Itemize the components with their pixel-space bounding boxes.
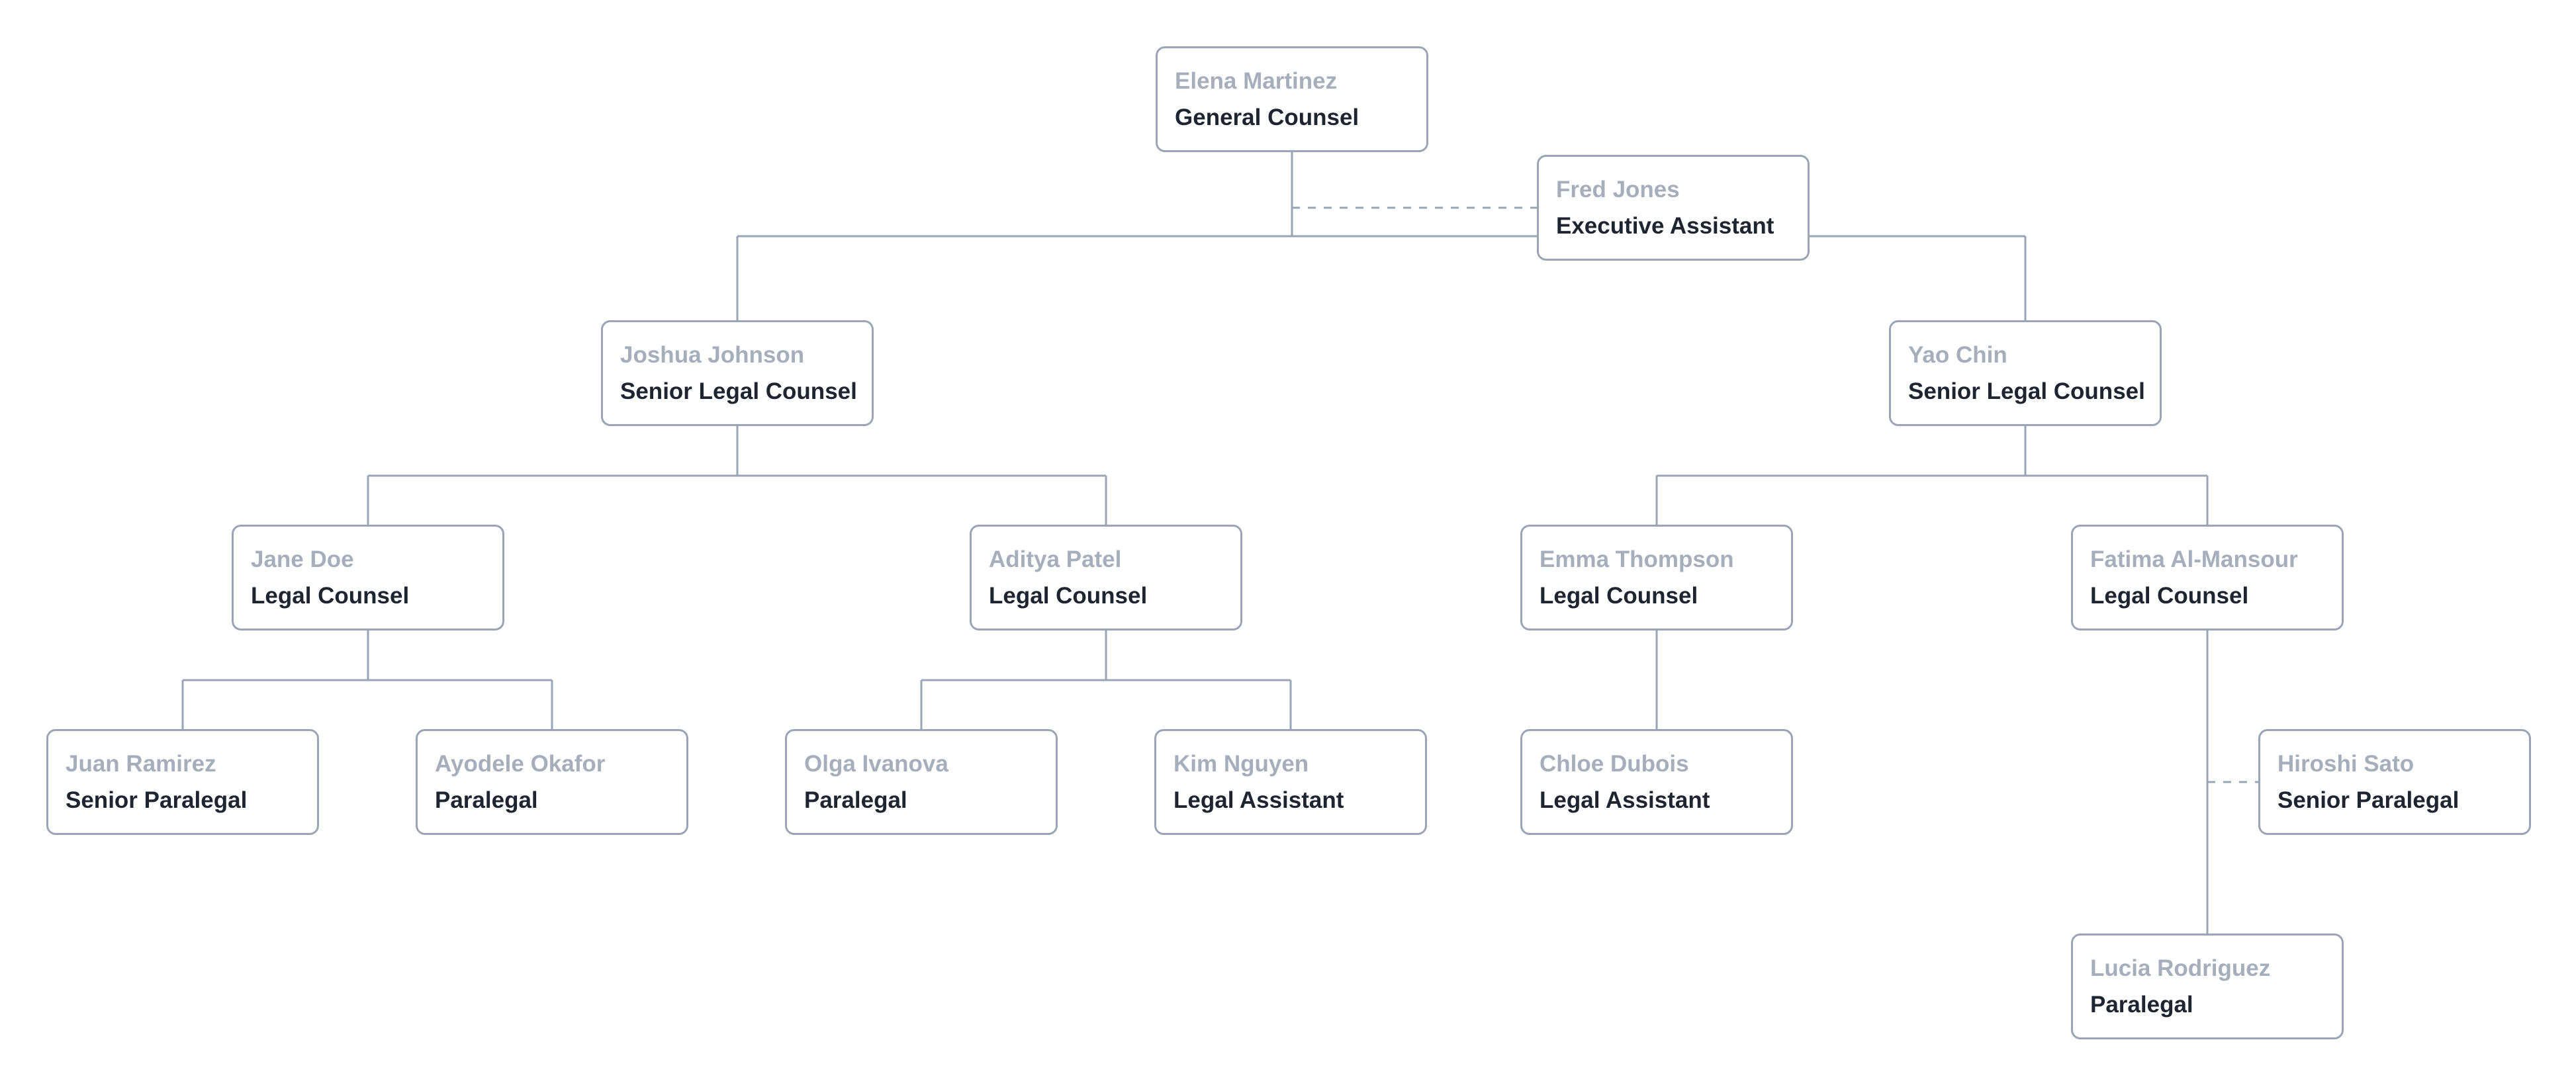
org-node-chloe-dubois[interactable]: Chloe Dubois Legal Assistant xyxy=(1520,729,1793,835)
node-person-name: Aditya Patel xyxy=(989,546,1122,572)
node-person-name: Elena Martinez xyxy=(1175,67,1338,94)
node-person-name: Kim Nguyen xyxy=(1173,750,1309,777)
node-job-title: Legal Counsel xyxy=(2090,583,2249,609)
org-node-yao-chin[interactable]: Yao Chin Senior Legal Counsel xyxy=(1889,320,2162,426)
node-person-name: Lucia Rodriguez xyxy=(2090,955,2271,981)
org-node-elena-martinez[interactable]: Elena Martinez General Counsel xyxy=(1156,46,1428,152)
node-job-title: General Counsel xyxy=(1175,105,1359,130)
node-job-title: Senior Paralegal xyxy=(2277,787,2460,813)
org-node-joshua-johnson[interactable]: Joshua Johnson Senior Legal Counsel xyxy=(601,320,874,426)
org-node-emma-thompson[interactable]: Emma Thompson Legal Counsel xyxy=(1520,525,1793,631)
node-job-title: Senior Legal Counsel xyxy=(620,378,857,404)
node-job-title: Paralegal xyxy=(435,787,538,813)
node-person-name: Hiroshi Sato xyxy=(2277,750,2415,777)
node-job-title: Paralegal xyxy=(804,787,907,813)
org-node-juan-ramirez[interactable]: Juan Ramirez Senior Paralegal xyxy=(46,729,319,835)
org-node-hiroshi-sato[interactable]: Hiroshi Sato Senior Paralegal xyxy=(2258,729,2531,835)
org-node-ayodele-okafor[interactable]: Ayodele Okafor Paralegal xyxy=(416,729,688,835)
org-node-fred-jones[interactable]: Fred Jones Executive Assistant xyxy=(1537,155,1810,261)
node-person-name: Jane Doe xyxy=(251,546,354,572)
node-job-title: Legal Counsel xyxy=(1540,583,1698,609)
node-job-title: Legal Assistant xyxy=(1173,787,1344,813)
org-node-olga-ivanova[interactable]: Olga Ivanova Paralegal xyxy=(785,729,1058,835)
node-job-title: Senior Legal Counsel xyxy=(1908,378,2145,404)
node-person-name: Fatima Al-Mansour xyxy=(2090,546,2298,572)
org-node-lucia-rodriguez[interactable]: Lucia Rodriguez Paralegal xyxy=(2071,934,2344,1039)
node-job-title: Legal Counsel xyxy=(251,583,410,609)
node-person-name: Juan Ramirez xyxy=(66,750,216,777)
node-person-name: Yao Chin xyxy=(1908,341,2007,368)
node-job-title: Paralegal xyxy=(2090,992,2193,1018)
node-job-title: Legal Assistant xyxy=(1540,787,1710,813)
node-job-title: Legal Counsel xyxy=(989,583,1148,609)
org-node-aditya-patel[interactable]: Aditya Patel Legal Counsel xyxy=(970,525,1242,631)
node-person-name: Emma Thompson xyxy=(1540,546,1734,572)
node-job-title: Senior Paralegal xyxy=(66,787,248,813)
node-person-name: Joshua Johnson xyxy=(620,341,805,368)
node-person-name: Olga Ivanova xyxy=(804,750,948,777)
node-person-name: Fred Jones xyxy=(1556,176,1680,202)
node-person-name: Ayodele Okafor xyxy=(435,750,606,777)
org-node-fatima-al-mansour[interactable]: Fatima Al-Mansour Legal Counsel xyxy=(2071,525,2344,631)
org-chart: Elena Martinez General Counsel Fred Jones E… xyxy=(0,0,2576,1089)
org-node-kim-nguyen[interactable]: Kim Nguyen Legal Assistant xyxy=(1154,729,1427,835)
node-job-title: Executive Assistant xyxy=(1556,213,1774,239)
org-node-jane-doe[interactable]: Jane Doe Legal Counsel xyxy=(232,525,504,631)
node-person-name: Chloe Dubois xyxy=(1540,750,1689,777)
